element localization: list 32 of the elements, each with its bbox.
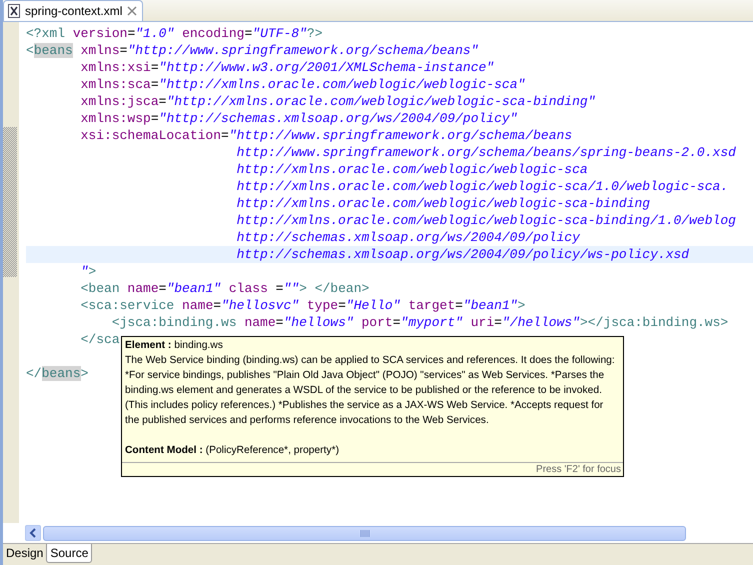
code-line: http://xmlns.oracle.com/weblogic/weblogic-sca-binding/1.0/weblog: [236, 213, 736, 228]
close-icon[interactable]: [127, 6, 138, 16]
code-line: http://schemas.xmlsoap.org/ws/2004/09/policy: [236, 230, 580, 245]
editor-mode-tab[interactable]: Design: [3, 544, 46, 562]
code-line: http://xmlns.oracle.com/weblogic/weblogic-sca/1.0/weblogic-sca.: [236, 179, 728, 194]
code-line: xmlns:wsp="http://schemas.xmlsoap.org/ws/2004/09/policy": [80, 111, 518, 126]
code-line: <?xml version="1.0" encoding="UTF-8"?>: [26, 26, 323, 41]
code-line: <bean name="bean1" class =""> </bean>: [80, 281, 370, 296]
code-line: xsi:schemaLocation="http://www.springframework.org/schema/beans: [80, 128, 572, 143]
code-line: xmlns:sca="http://xmlns.oracle.com/weblogic/weblogic-sca": [80, 77, 526, 92]
code-line: <jsca:binding.ws name="hellows" port="myport" uri="/hellows"></jsca:binding.ws>: [110, 315, 728, 330]
editor-mode-tab[interactable]: Source: [46, 544, 92, 563]
code-line: </sca: [80, 332, 120, 347]
focus-hint: Press 'F2' for focus: [536, 464, 621, 475]
code-line: http://xmlns.oracle.com/weblogic/weblogic-sca-binding: [236, 196, 650, 211]
editor-tab[interactable]: spring-context.xml: [3, 0, 144, 21]
code-line: <sca:service name="hellosvc" type="Hello" target="bean1">: [80, 298, 526, 313]
code-line: ">: [80, 264, 96, 279]
xml-file-icon: [8, 4, 20, 18]
chevron-left-icon: [29, 528, 37, 538]
scroll-left-button[interactable]: [25, 525, 41, 541]
code-line: http://www.springframework.org/schema/beans/spring-beans-2.0.xsd: [236, 145, 736, 160]
scrollbar-thumb[interactable]: [43, 526, 686, 540]
code-line: xmlns:xsi="http://www.w3.org/2001/XMLSchema-instance": [80, 60, 494, 75]
content-model: Content Model : (PolicyReference*, property*): [125, 444, 340, 458]
element-heading: Element : binding.ws: [125, 339, 224, 353]
code-line: xmlns:jsca="http://xmlns.oracle.com/weblogic/weblogic-sca-binding": [80, 94, 596, 109]
code-line: </beans>: [26, 366, 88, 381]
code-line: <beans xmlns="http://www.springframework.org/schema/beans": [26, 43, 479, 58]
code-line: http://xmlns.oracle.com/weblogic/weblogic-sca: [236, 162, 588, 177]
element-description: The Web Service binding (binding.ws) can be applied to SCA services and references. It does the following: *For service bindings, publishes "Plain Old Java Object" (POJO) "services" as Web Services. *Parses the binding.ws element and generates a WSDL of the service to be published or the reference to be invoked. (This includes policy references.) *Publishes the service as a JAX-WS Web Service. *Accepts request for the published services and performs reference invocations to the Web Services.: [125, 354, 616, 428]
code-line: http://schemas.xmlsoap.org/ws/2004/09/policy/ws-policy.xsd: [236, 247, 690, 262]
